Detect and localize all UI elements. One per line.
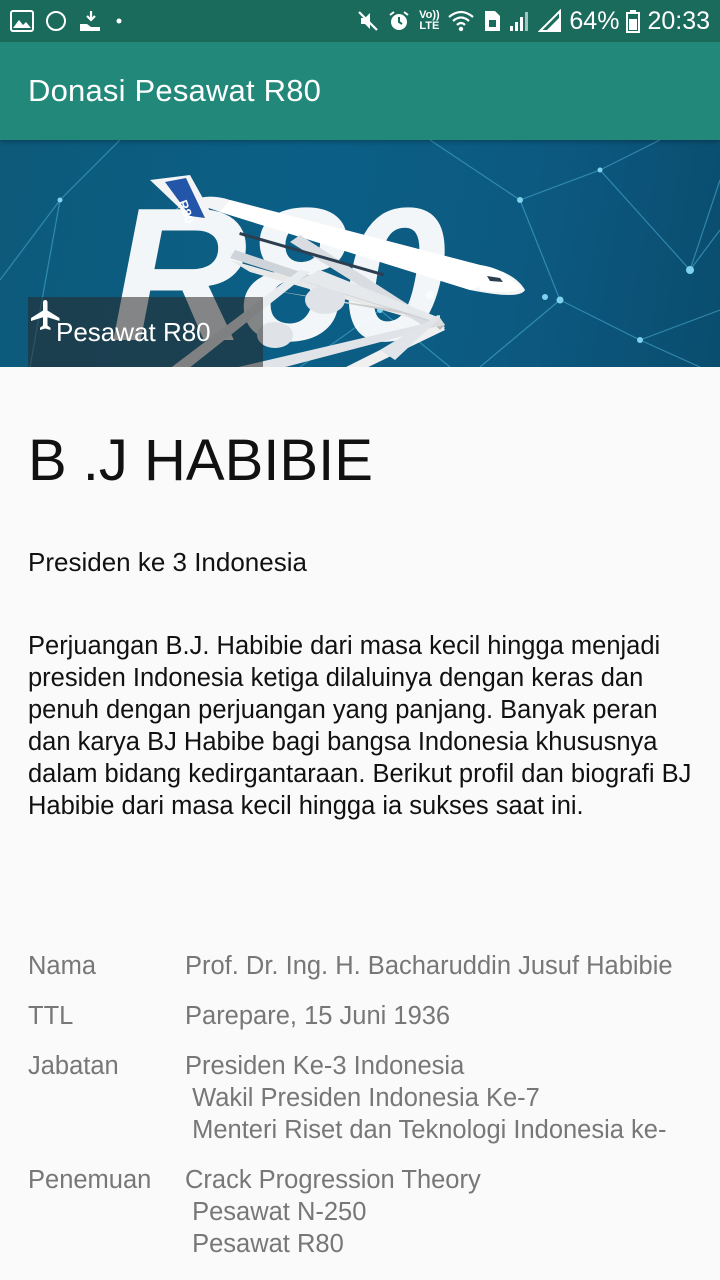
info-row-nama: Nama Prof. Dr. Ing. H. Bacharuddin Jusuf… bbox=[28, 950, 693, 982]
gallery-icon bbox=[10, 10, 34, 32]
info-row-ttl: TTL Parepare, 15 Juni 1936 bbox=[28, 1000, 693, 1032]
info-row-penemuan: Penemuan Crack Progression Theory Pesawa… bbox=[28, 1164, 693, 1260]
header-image: R80 R80 bbox=[0, 140, 720, 367]
signal-icon-2 bbox=[538, 9, 562, 33]
info-key: Nama bbox=[28, 952, 97, 980]
info-table: Nama Prof. Dr. Ing. H. Bacharuddin Jusuf… bbox=[28, 950, 693, 1278]
info-row-jabatan: Jabatan Presiden Ke-3 Indonesia Wakil Pr… bbox=[28, 1050, 693, 1146]
wifi-icon bbox=[447, 9, 475, 33]
download-hand-icon bbox=[78, 9, 104, 33]
page-title: B .J HABIBIE bbox=[28, 428, 373, 493]
clock: 20:33 bbox=[647, 6, 710, 35]
info-value: Crack Progression Theory Pesawat N-250 P… bbox=[185, 1166, 481, 1258]
info-key: TTL bbox=[28, 1002, 74, 1030]
circle-icon bbox=[44, 9, 68, 33]
sim-icon bbox=[482, 9, 502, 33]
info-value: Prof. Dr. Ing. H. Bacharuddin Jusuf Habi… bbox=[185, 952, 673, 980]
battery-icon bbox=[626, 9, 641, 33]
signal-icon bbox=[509, 9, 531, 33]
volte-icon: Vo)) LTE bbox=[419, 9, 440, 32]
mute-icon bbox=[356, 9, 380, 33]
description: Perjuangan B.J. Habibie dari masa kecil … bbox=[28, 632, 692, 820]
app-title: Donasi Pesawat R80 bbox=[28, 73, 322, 108]
info-key: Jabatan bbox=[28, 1052, 119, 1080]
info-key: Penemuan bbox=[28, 1166, 152, 1194]
dot-icon bbox=[114, 16, 124, 26]
status-bar: Vo)) LTE 64% 20:33 bbox=[0, 0, 720, 42]
alarm-icon bbox=[387, 9, 411, 33]
hero-category-chip[interactable]: Pesawat R80 bbox=[28, 297, 263, 367]
hero-chip-label: Pesawat R80 bbox=[56, 316, 211, 347]
subtitle: Presiden ke 3 Indonesia bbox=[28, 547, 307, 577]
battery-percent: 64% bbox=[569, 6, 620, 35]
info-value: Presiden Ke-3 Indonesia Wakil Presiden I… bbox=[185, 1052, 667, 1144]
app-bar: Donasi Pesawat R80 bbox=[0, 42, 720, 140]
info-value: Parepare, 15 Juni 1936 bbox=[185, 1002, 451, 1030]
